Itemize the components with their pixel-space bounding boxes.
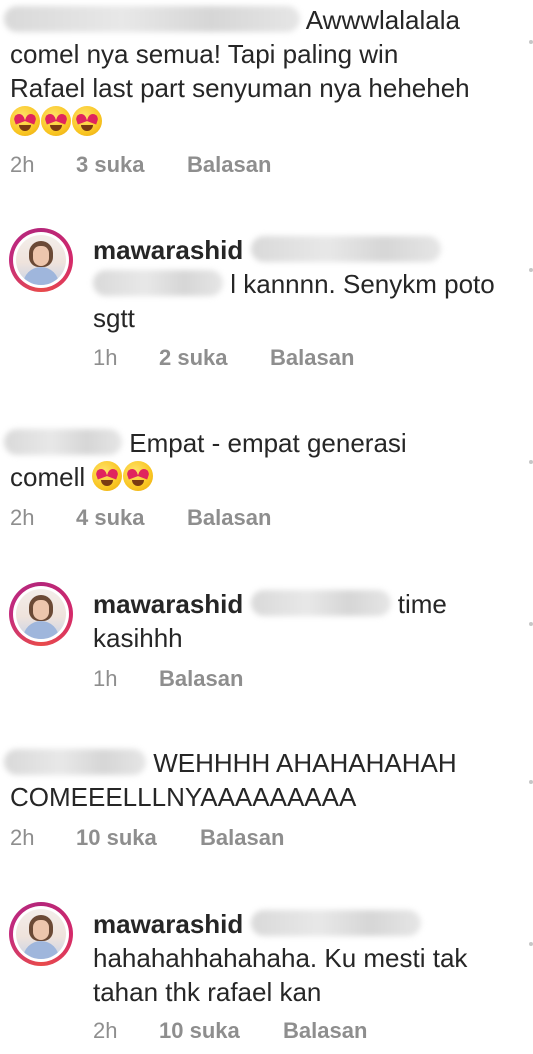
redacted-text <box>250 590 391 616</box>
smiling-face-with-heart-eyes-icon <box>10 106 40 136</box>
username[interactable]: mawarashid <box>93 589 243 619</box>
comment-text: l kannnn. Senykm poto <box>93 267 495 301</box>
comment-meta: 2h 10 suka Balasan <box>10 825 284 851</box>
redacted-text <box>93 270 223 296</box>
timestamp: 2h <box>10 152 35 177</box>
comment-text-line: comell <box>10 462 86 492</box>
reply-button[interactable]: Balasan <box>283 1018 367 1044</box>
comment-text-line: time <box>397 589 447 619</box>
timestamp: 1h <box>93 345 118 370</box>
like-heart-icon[interactable] <box>529 942 533 946</box>
comment-text-line: WEHHHH AHAHAHAHAH <box>153 748 457 778</box>
likes-count[interactable]: 10 suka <box>76 825 200 851</box>
like-heart-icon[interactable] <box>529 622 533 626</box>
timestamp: 1h <box>93 666 118 691</box>
like-heart-icon[interactable] <box>529 780 533 784</box>
reply-button[interactable]: Balasan <box>187 152 271 178</box>
emoji-row <box>10 106 103 136</box>
avatar[interactable] <box>9 228 73 292</box>
smiling-face-with-heart-eyes-icon <box>41 106 71 136</box>
comment-meta: 1h 2 suka Balasan <box>93 345 354 371</box>
comment-text-line: kasihhh <box>93 623 183 653</box>
comment-header: mawarashid time <box>93 587 447 621</box>
like-heart-icon[interactable] <box>529 460 533 464</box>
comment-meta: 2h 3 suka Balasan <box>10 152 271 178</box>
like-heart-icon[interactable] <box>529 268 533 272</box>
redacted-text <box>250 236 441 262</box>
smiling-face-with-heart-eyes-icon <box>123 461 154 491</box>
comment-text-line: comel nya semua! Tapi paling win <box>10 39 399 69</box>
like-heart-icon[interactable] <box>529 40 533 44</box>
comment-meta: 2h 4 suka Balasan <box>10 505 271 531</box>
redacted-username <box>4 6 300 32</box>
comment-text-line: sgtt <box>93 303 135 333</box>
comment-text-line: Awwwlalalala <box>305 5 460 35</box>
likes-count[interactable]: 3 suka <box>76 152 187 178</box>
redacted-username <box>4 749 146 775</box>
comment-header: mawarashid <box>93 907 421 941</box>
reply-button[interactable]: Balasan <box>270 345 354 371</box>
comment-text-line: Rafael last part senyuman nya heheheh <box>10 73 470 103</box>
timestamp: 2h <box>10 825 35 850</box>
comment-text: Awwwlalalala <box>4 3 460 37</box>
reply-button[interactable]: Balasan <box>200 825 284 851</box>
comment-text-line: tahan thk rafael kan <box>93 977 322 1007</box>
smiling-face-with-heart-eyes-icon <box>92 461 123 491</box>
username[interactable]: mawarashid <box>93 235 243 265</box>
comment-text: Empat - empat generasi <box>4 426 407 460</box>
comment-header: mawarashid <box>93 233 441 267</box>
reply-button[interactable]: Balasan <box>159 666 243 692</box>
comment-meta: 1h Balasan <box>93 666 243 692</box>
timestamp: 2h <box>10 505 35 530</box>
comment-text-line: COMEEELLLNYAAAAAAAAA <box>10 782 357 812</box>
timestamp: 2h <box>93 1018 118 1043</box>
reply-button[interactable]: Balasan <box>187 505 271 531</box>
likes-count[interactable]: 4 suka <box>76 505 187 531</box>
likes-count[interactable]: 10 suka <box>159 1018 283 1044</box>
avatar[interactable] <box>9 582 73 646</box>
username[interactable]: mawarashid <box>93 909 243 939</box>
likes-count[interactable]: 2 suka <box>159 345 270 371</box>
smiling-face-with-heart-eyes-icon <box>72 106 102 136</box>
comment-text: comell <box>10 460 154 494</box>
avatar[interactable] <box>9 902 73 966</box>
redacted-text <box>250 910 421 936</box>
comment-text-line: l kannnn. Senykm poto <box>230 269 495 299</box>
comment-text: WEHHHH AHAHAHAHAH <box>4 746 457 780</box>
redacted-username <box>4 429 122 455</box>
comment-text-line: Empat - empat generasi <box>129 428 407 458</box>
comment-meta: 2h 10 suka Balasan <box>93 1018 367 1044</box>
comment-text-line: hahahahhahahaha. Ku mesti tak <box>93 943 468 973</box>
